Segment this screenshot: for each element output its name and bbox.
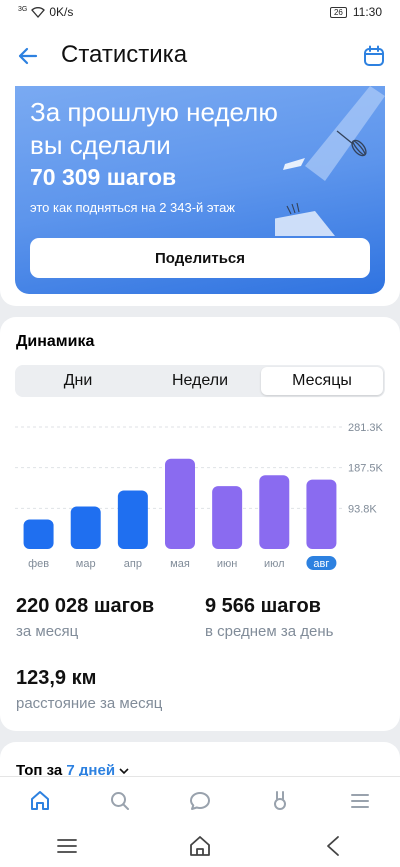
clock: 11:30 [352, 5, 382, 19]
tab-months[interactable]: Месяцы [261, 367, 383, 395]
x-tick-label[interactable]: мар [76, 558, 96, 570]
page-title: Статистика [61, 41, 188, 68]
avg-steps-label: в среднем за день [205, 623, 334, 640]
network-speed: 0K/s [49, 5, 74, 19]
y-tick-label: 93.8K [348, 503, 377, 515]
system-menu-button[interactable] [47, 828, 87, 864]
system-back-button[interactable] [313, 828, 353, 864]
dynamics-title: Динамика [16, 333, 95, 350]
arrow-left-icon[interactable] [16, 44, 40, 68]
x-tick-label[interactable]: авг [313, 558, 329, 570]
promo-steps: 70 309 шагов [30, 164, 177, 190]
y-tick-label: 281.3K [348, 422, 384, 434]
promo-subtitle: это как подняться на 2 343-й этаж [30, 200, 236, 215]
bottom-tab-bar [0, 776, 400, 824]
bar-июл[interactable] [259, 475, 290, 549]
wifi-icon [31, 6, 46, 18]
system-home-button[interactable] [180, 828, 220, 864]
bar-апр[interactable] [117, 490, 148, 549]
home-icon [31, 790, 49, 810]
tab-home[interactable] [20, 781, 60, 821]
whisk-illustration-icon [275, 86, 385, 236]
x-tick-label[interactable]: июн [217, 558, 237, 570]
bar-фев[interactable] [23, 519, 54, 549]
services-icon [274, 790, 286, 810]
promo-heading: За прошлую неделю вы сделали [30, 96, 278, 162]
month-steps-value: 220 028 шагов [16, 595, 155, 617]
home-icon [190, 835, 210, 856]
tab-weeks[interactable]: Недели [139, 367, 261, 395]
calendar-icon[interactable] [362, 44, 386, 68]
promo-heading-line2: вы сделали [30, 130, 171, 160]
x-tick-label[interactable]: июл [264, 558, 285, 570]
menu-icon [351, 793, 369, 808]
share-button[interactable]: Поделиться [30, 238, 370, 278]
weekly-summary-card: За прошлую неделю вы сделали 70 309 шаго… [0, 86, 400, 306]
signal-label: 3G [18, 5, 28, 13]
promo-banner: За прошлую неделю вы сделали 70 309 шаго… [15, 86, 385, 294]
distance-label: расстояние за месяц [16, 695, 163, 712]
monthly-steps-chart: 281.3K 187.5K 93.8K фев мар апр мая июн июл авг [15, 422, 384, 570]
tab-services[interactable] [260, 781, 300, 821]
app-header: Статистика [0, 24, 400, 86]
tab-days[interactable]: Дни [17, 367, 139, 395]
tab-search[interactable] [100, 781, 140, 821]
month-steps-label: за месяц [16, 623, 79, 640]
x-tick-label[interactable]: апр [124, 558, 142, 570]
chat-icon [190, 791, 210, 810]
distance-value: 123,9 км [16, 667, 97, 689]
bar-июн[interactable] [212, 486, 243, 549]
system-nav-bar [0, 824, 400, 867]
search-icon [111, 791, 129, 810]
bar-авг[interactable] [306, 479, 337, 549]
tab-messages[interactable] [180, 781, 220, 821]
avg-steps-value: 9 566 шагов [205, 595, 321, 617]
x-tick-label[interactable]: фев [28, 558, 49, 570]
battery-indicator: 26 [329, 6, 347, 18]
period-segmented-control: Дни Недели Месяцы [15, 365, 385, 397]
y-tick-label: 187.5K [348, 463, 384, 475]
x-tick-label[interactable]: мая [170, 558, 190, 570]
bar-мар[interactable] [70, 506, 101, 549]
promo-heading-line1: За прошлую неделю [30, 97, 278, 127]
menu-icon [56, 838, 77, 853]
chevron-down-icon[interactable] [119, 767, 129, 775]
status-bar: 3G 0K/s 26 11:30 [0, 0, 400, 24]
dynamics-card: Динамика Дни Недели Месяцы 281.3K 187.5K 9… [0, 317, 400, 731]
bar-мая[interactable] [165, 458, 195, 549]
back-icon [327, 835, 340, 856]
tab-menu[interactable] [340, 781, 380, 821]
